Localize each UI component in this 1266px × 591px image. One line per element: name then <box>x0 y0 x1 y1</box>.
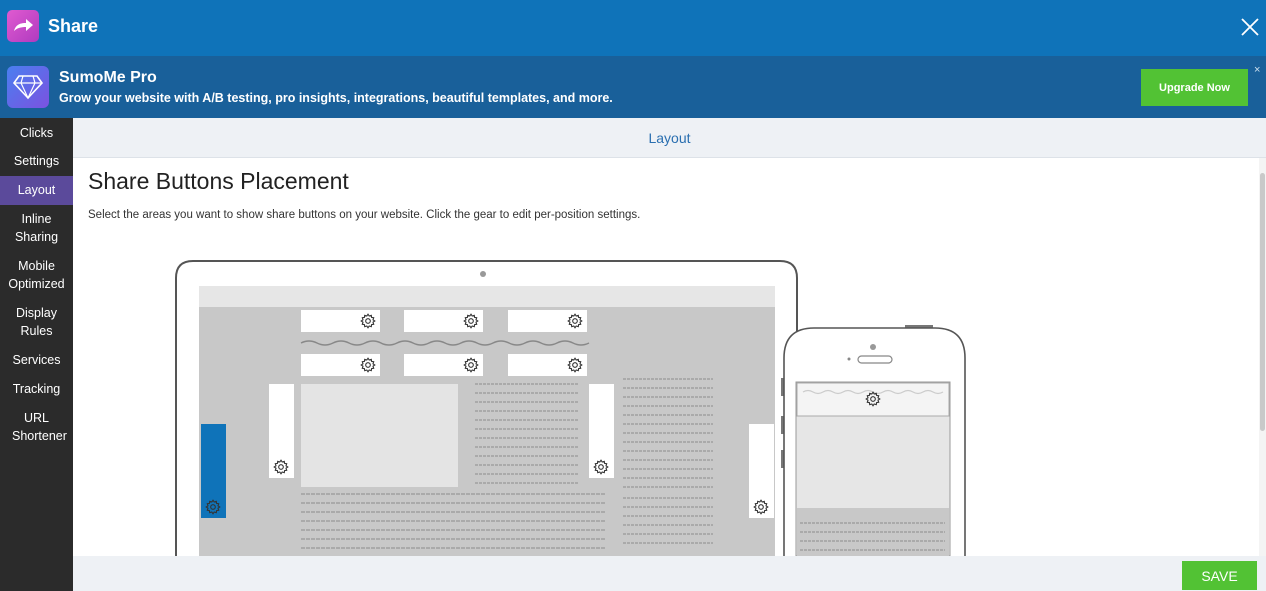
share-arrow-icon <box>14 19 33 31</box>
position-slot-top-right[interactable] <box>508 310 587 332</box>
diamond-icon <box>7 66 49 108</box>
top-bar <box>0 0 1266 56</box>
promo-banner <box>0 56 1266 118</box>
position-slot-top-center[interactable] <box>404 310 483 332</box>
sidebar-item-inline-sharing[interactable]: Inline Sharing <box>0 205 73 252</box>
position-slot-below-title-center[interactable] <box>404 354 483 376</box>
image-placeholder <box>301 384 458 487</box>
position-slot-mobile-top[interactable] <box>796 382 950 417</box>
main-content: Share Buttons Placement Select the areas… <box>73 158 1266 556</box>
section-header: Layout <box>73 118 1266 158</box>
sidebar-item-settings[interactable]: Settings <box>0 147 73 176</box>
position-slot-below-title-right[interactable] <box>508 354 587 376</box>
share-app-icon <box>7 10 39 42</box>
mobile-mockup <box>783 325 966 556</box>
footer-bar <box>73 556 1266 591</box>
position-slot-top-left[interactable] <box>301 310 380 332</box>
position-slot-left-floating[interactable] <box>201 424 226 518</box>
section-title: Layout <box>648 130 691 146</box>
sidebar-item-tracking[interactable]: Tracking <box>0 375 73 404</box>
position-slot-below-title-left[interactable] <box>301 354 380 376</box>
promo-title: SumoMe Pro <box>59 69 157 86</box>
sidebar-item-services[interactable]: Services <box>0 346 73 375</box>
position-slot-content-right[interactable] <box>589 384 614 478</box>
promo-subtitle: Grow your website with A/B testing, pro … <box>59 91 613 105</box>
sidebar-item-layout[interactable]: Layout <box>0 176 73 205</box>
upgrade-now-button[interactable]: Upgrade Now <box>1141 69 1248 106</box>
sidebar: Clicks Settings Layout Inline Sharing Mo… <box>0 118 73 591</box>
app-title: Share <box>48 16 99 36</box>
sidebar-item-url-shortener[interactable]: URL Shortener <box>0 404 73 451</box>
placement-illustration <box>175 260 966 556</box>
close-icon[interactable] <box>1238 15 1262 39</box>
sidebar-item-clicks[interactable]: Clicks <box>0 118 73 147</box>
save-button[interactable]: SAVE <box>1182 561 1257 590</box>
position-slot-content-left[interactable] <box>269 384 294 478</box>
promo-close-icon[interactable]: × <box>1254 64 1260 76</box>
sidebar-item-display-rules[interactable]: Display Rules <box>0 299 73 346</box>
sidebar-item-mobile-optimized[interactable]: Mobile Optimized <box>0 252 73 299</box>
scrollbar-thumb[interactable] <box>1260 173 1265 431</box>
position-slot-right-floating[interactable] <box>749 424 774 518</box>
